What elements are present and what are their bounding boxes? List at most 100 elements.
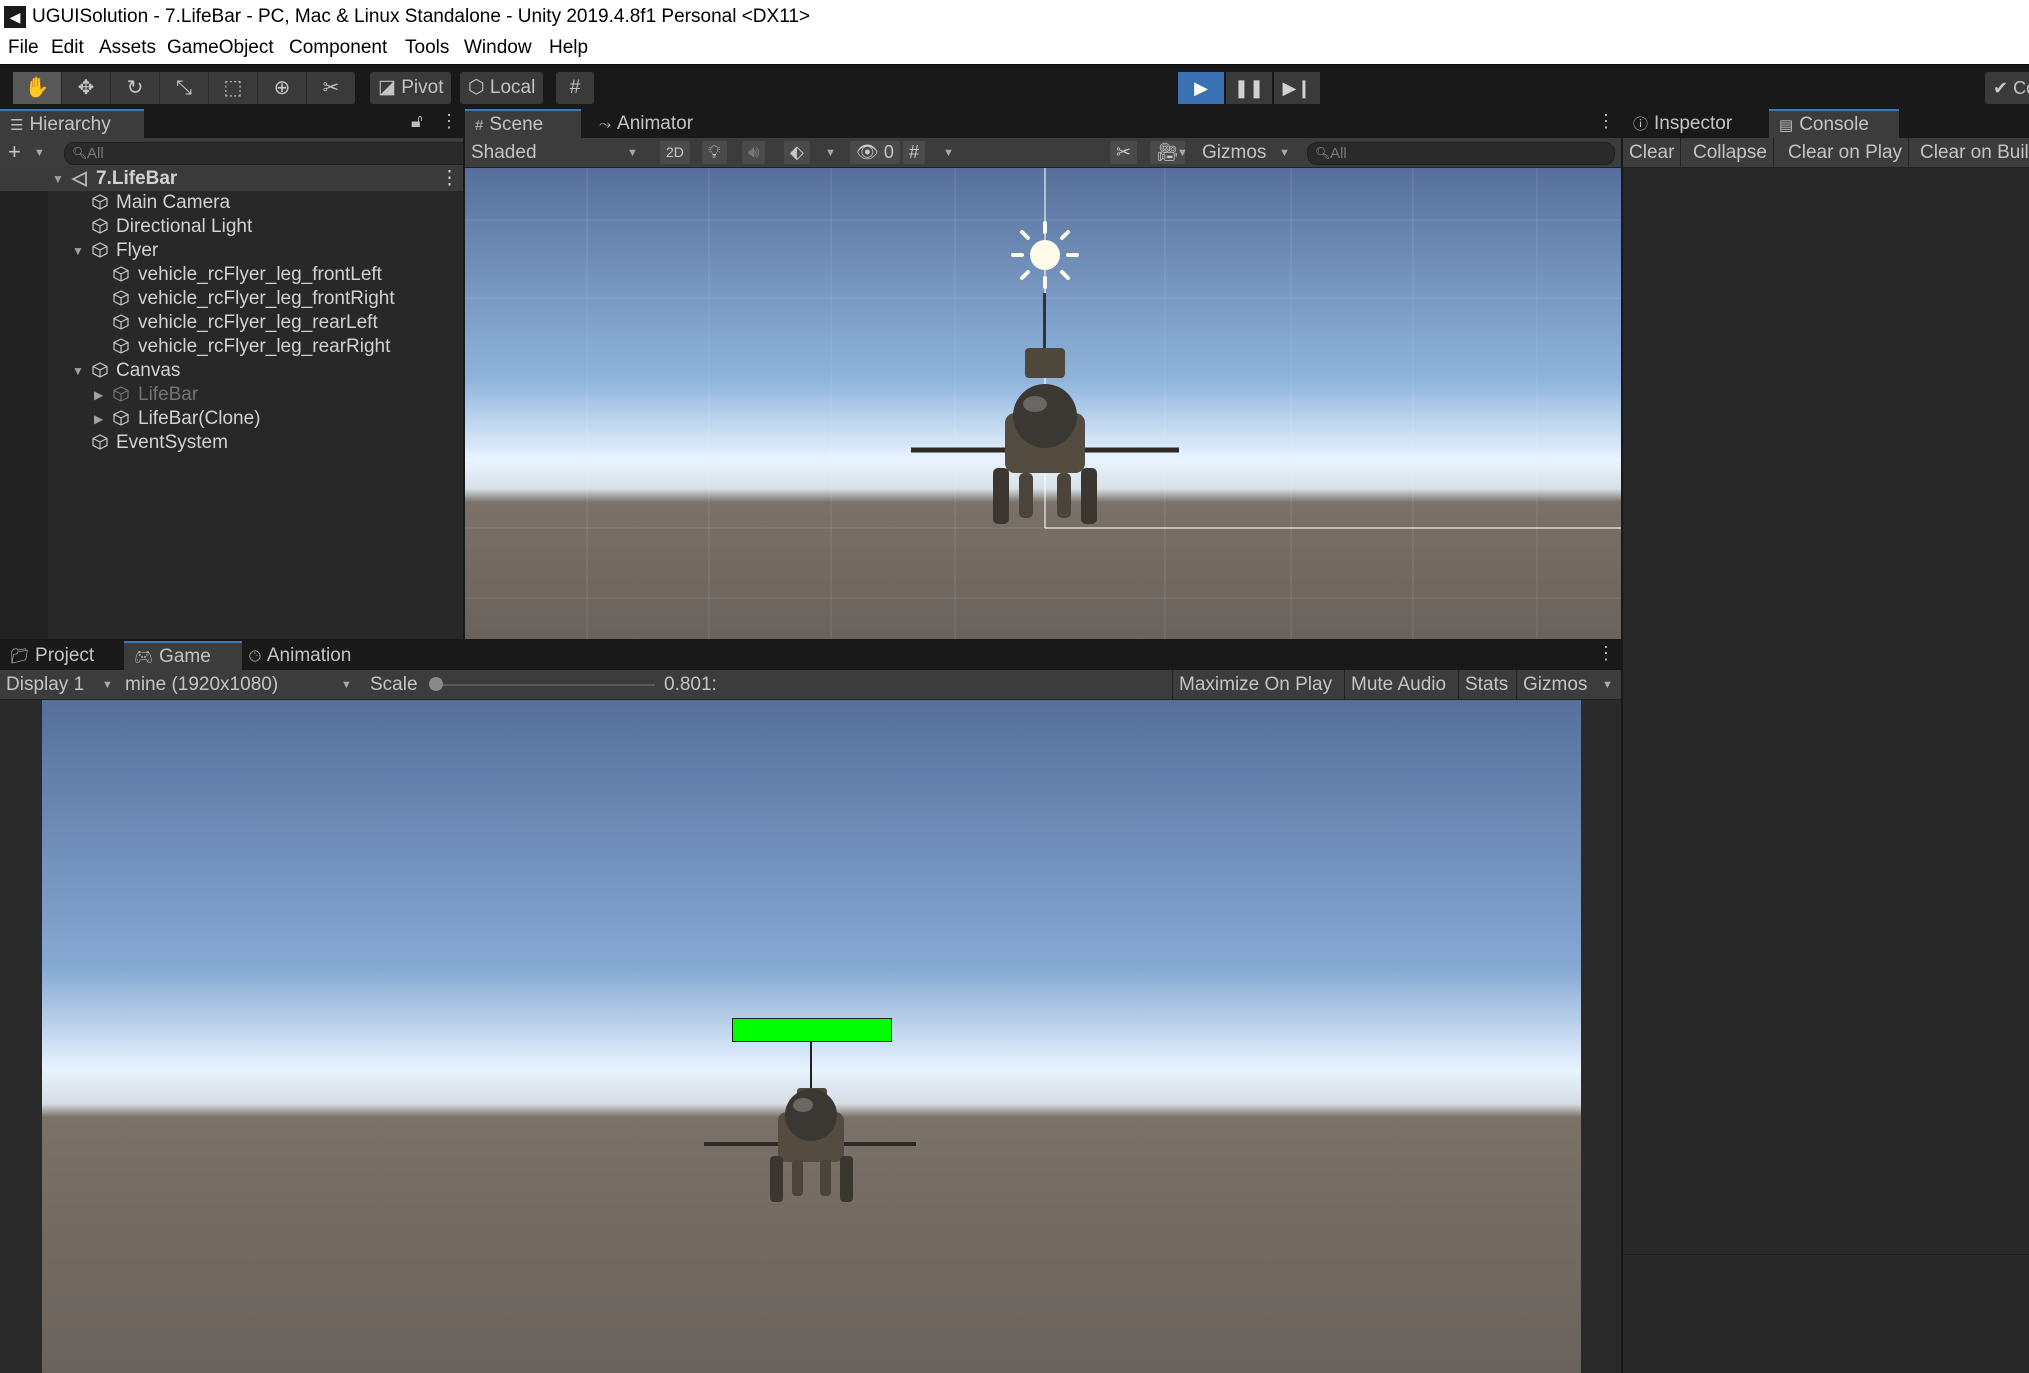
scale-slider-track[interactable] [437,684,655,686]
hierarchy-item[interactable]: ▶ LifeBar(Clone) [0,407,463,431]
tab-animator[interactable]: ⤳ Animator [589,109,703,138]
transform-tool-icon[interactable]: ⊕ [258,72,307,104]
grid-toggle-icon[interactable]: # [903,141,926,164]
display-dropdown[interactable]: Display 1 [6,670,84,699]
console-tab-label: Console [1799,114,1869,135]
pause-icon[interactable]: ❚❚ [1226,72,1272,104]
resolution-dropdown[interactable]: mine (1920x1080) [125,670,278,699]
scene-menu-icon[interactable]: ⋮ [440,167,459,191]
clear-button[interactable]: Clear [1623,138,1682,167]
menu-file[interactable]: File [8,37,39,59]
hidden-objects-toggle[interactable]: 👁︎ 0 [850,141,900,164]
hierarchy-item-label: Canvas [116,360,181,381]
tools-toggle-icon[interactable]: ✂ [1110,141,1138,164]
hierarchy-item[interactable]: Main Camera [0,191,463,215]
hierarchy-search-input[interactable]: 🔍︎ All [64,142,463,165]
maximize-on-play-toggle[interactable]: Maximize On Play [1172,670,1338,699]
scene-panel: # Scene ⤳ Animator ⋮ Shaded ▼ 2D 💡︎ 🔊︎ ⬖ ▼… [465,109,1621,639]
chevron-down-icon[interactable]: ▼ [102,679,113,691]
hierarchy-item[interactable]: ▼ Flyer [0,239,463,263]
scene-search-input[interactable]: 🔍︎ All [1307,142,1615,165]
chevron-down-icon[interactable]: ▼ [1279,147,1290,159]
menu-window[interactable]: Window [464,37,532,59]
expand-arrow-icon[interactable]: ▼ [72,359,84,383]
clear-on-play-toggle[interactable]: Clear on Play [1782,138,1910,167]
panel-menu-icon[interactable]: ⋮ [1597,111,1615,132]
clear-on-build-toggle[interactable]: Clear on Build [1914,138,2029,167]
tab-scene[interactable]: # Scene [465,109,581,138]
mute-audio-toggle[interactable]: Mute Audio [1344,670,1452,699]
hierarchy-item[interactable]: EventSystem [0,431,463,455]
gizmos-toggle[interactable]: Gizmos [1516,670,1593,699]
directional-light-icon[interactable] [1011,221,1079,289]
tab-project[interactable]: 📁︎ Project [0,641,104,670]
tab-inspector[interactable]: ⓘ Inspector [1623,109,1742,138]
step-icon[interactable]: ▶❙ [1274,72,1320,104]
hierarchy-item-label: vehicle_rcFlyer_leg_frontRight [138,288,395,309]
collapse-toggle[interactable]: Collapse [1687,138,1774,167]
menu-gameobject[interactable]: GameObject [167,37,274,59]
local-toggle[interactable]: ⬡ Local [460,72,544,104]
lighting-toggle-icon[interactable]: 💡︎ [702,141,727,164]
panel-menu-icon[interactable]: ⋮ [440,111,458,132]
hand-tool-icon[interactable]: ✋ [13,72,62,104]
game-viewport[interactable] [42,700,1581,1373]
hierarchy-item-label: Directional Light [116,216,253,237]
stats-toggle[interactable]: Stats [1458,670,1514,699]
gizmos-dropdown[interactable]: Gizmos [1202,138,1266,167]
check-icon: ✔ [1993,78,2014,98]
rect-tool-icon[interactable]: ⬚ [209,72,258,104]
2d-toggle[interactable]: 2D [660,141,690,164]
menu-edit[interactable]: Edit [51,37,84,59]
collab-button[interactable]: ✔ Co [1985,72,2029,104]
menu-help[interactable]: Help [549,37,588,59]
lock-icon[interactable]: 🔓︎ [411,111,423,132]
console-tabbar: ⓘ Inspector ▤ Console [1623,109,2029,138]
tab-game[interactable]: 🎮︎ Game [124,641,242,670]
hierarchy-item[interactable]: vehicle_rcFlyer_leg_frontLeft [0,263,463,287]
menu-component[interactable]: Component [289,37,387,59]
collapse-arrow-icon[interactable]: ▶ [94,407,103,431]
chevron-down-icon[interactable]: ▼ [627,147,638,159]
chevron-down-icon[interactable]: ▼ [34,147,45,159]
pivot-toggle[interactable]: ◪ Pivot [370,72,452,104]
hierarchy-item[interactable]: vehicle_rcFlyer_leg_rearLeft [0,311,463,335]
audio-toggle-icon[interactable]: 🔊︎ [742,141,766,164]
console-toolbar: Clear Collapse Clear on Play Clear on Bu… [1623,138,2029,168]
scale-tool-icon[interactable]: ⤡ [160,72,209,104]
effects-toggle-icon[interactable]: ⬖ [784,141,810,164]
game-tabbar: 📁︎ Project 🎮︎ Game 🕒︎ Animation ⋮ [0,641,1621,670]
tab-animation[interactable]: 🕒︎ Animation [239,641,361,670]
expand-arrow-icon[interactable]: ▼ [52,167,64,191]
chevron-down-icon[interactable]: ▼ [341,679,352,691]
scale-slider-thumb[interactable] [429,677,443,691]
hierarchy-item[interactable]: Directional Light [0,215,463,239]
grid-icon: # [475,117,484,134]
collapse-arrow-icon[interactable]: ▶ [94,383,103,407]
custom-tool-icon[interactable]: ✂ [307,72,355,104]
move-tool-icon[interactable]: ✥ [62,72,111,104]
tab-console[interactable]: ▤ Console [1769,109,1899,138]
rotate-tool-icon[interactable]: ↻ [111,72,160,104]
hierarchy-item[interactable]: vehicle_rcFlyer_leg_rearRight [0,335,463,359]
tab-hierarchy[interactable]: ☰ Hierarchy [0,109,144,138]
hierarchy-item[interactable]: ▼ Canvas [0,359,463,383]
shading-mode-dropdown[interactable]: Shaded [471,138,537,167]
menu-tools[interactable]: Tools [405,37,449,59]
hierarchy-item[interactable]: vehicle_rcFlyer_leg_frontRight [0,287,463,311]
panel-menu-icon[interactable]: ⋮ [1597,643,1615,664]
grid-snap-icon[interactable]: # [556,72,594,104]
chevron-down-icon[interactable]: ▼ [1602,679,1613,691]
scene-viewport[interactable] [465,168,1621,639]
expand-arrow-icon[interactable]: ▼ [72,239,84,263]
chevron-down-icon[interactable]: ▼ [943,147,954,159]
chevron-down-icon[interactable]: ▼ [1177,147,1188,159]
hierarchy-item[interactable]: ▶ LifeBar [0,383,463,407]
scene-root-row[interactable]: ▼ ◁ 7.LifeBar ⋮ [0,167,463,191]
add-icon[interactable]: + [8,138,21,165]
menu-assets[interactable]: Assets [99,37,156,59]
chevron-down-icon[interactable]: ▼ [825,147,836,159]
play-icon[interactable]: ▶ [1178,72,1224,104]
gameobject-cube-icon [92,362,108,378]
console-split-divider[interactable] [1623,1254,2029,1255]
